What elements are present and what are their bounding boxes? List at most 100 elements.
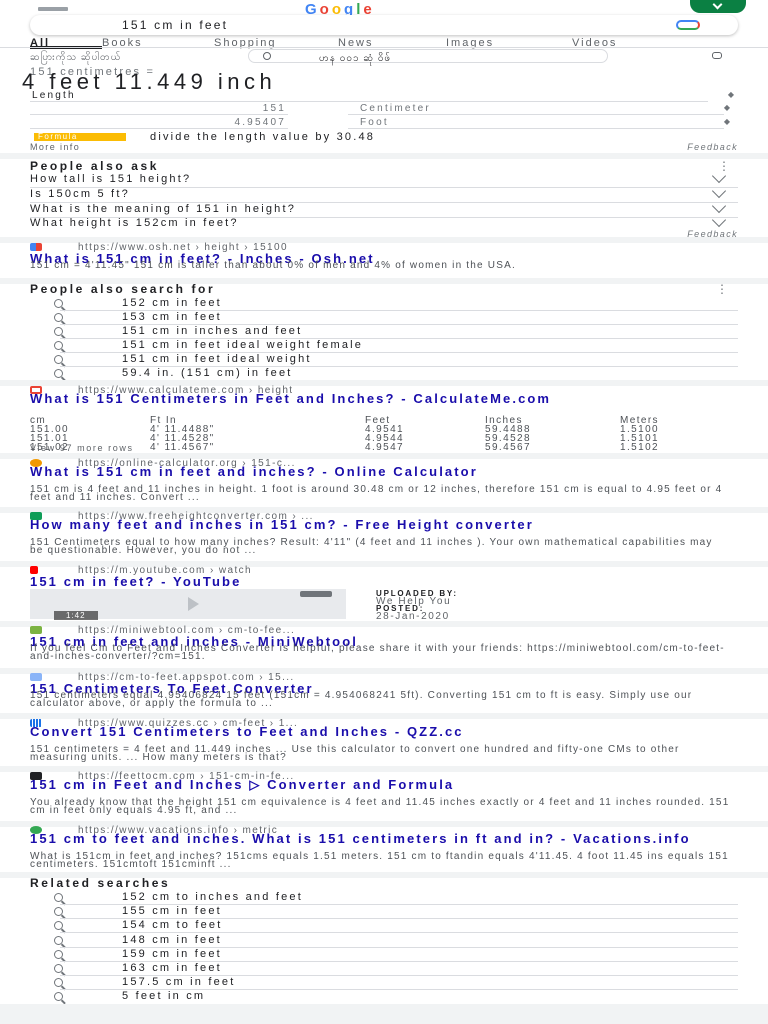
header: Google 151 cm in feet All Books Shopping… <box>0 0 768 52</box>
related-item[interactable]: 159 cm in feet <box>54 947 222 961</box>
related-item[interactable]: 5 feet in cm <box>54 989 205 1003</box>
pasf-item-label: 153 cm in feet <box>122 311 222 323</box>
pasf-item-label: 151 cm in feet ideal weight <box>122 353 312 365</box>
result-snippet: 151 Centimeters equal to how many inches… <box>30 537 713 556</box>
subsearch-chip[interactable]: ဟန ဝဝ၁ ဆုံ ဝိဖ် <box>248 49 608 64</box>
unit-type-select[interactable]: Length ◆ <box>30 90 734 102</box>
more-info-link[interactable]: More info <box>30 142 80 152</box>
unit-type-label: Length <box>32 90 76 101</box>
search-icon <box>54 892 63 902</box>
input-unit: Centimeter <box>360 103 431 114</box>
pasf-item[interactable]: 59.4 in. (151 cm) in feet <box>54 366 293 380</box>
search-icon <box>54 949 63 959</box>
menu-icon[interactable] <box>38 7 68 11</box>
pasf-item[interactable]: 151 cm in feet ideal weight female <box>54 338 363 352</box>
related-item-label: 163 cm in feet <box>122 962 222 974</box>
related-item[interactable]: 163 cm in feet <box>54 961 222 975</box>
related-item-label: 148 cm in feet <box>122 934 222 946</box>
paa-question[interactable]: Is 150cm 5 ft? <box>0 183 768 202</box>
input-value-field[interactable]: 151 <box>30 103 288 115</box>
google-lens-icon[interactable] <box>676 20 700 30</box>
input-value: 151 <box>262 103 286 114</box>
related-item[interactable]: 155 cm in feet <box>54 904 222 918</box>
result-title[interactable]: 151 cm to feet and inches. What is 151 c… <box>30 832 738 845</box>
paa-title: People also ask <box>30 159 160 173</box>
subsearch-strip: ဆပြားကိုသ ဆိုပါတယ် ဟန ဝဝ၁ ဆုံ ဝိဖ် <box>0 47 768 65</box>
play-icon <box>188 597 199 611</box>
search-query[interactable]: 151 cm in feet <box>122 18 228 32</box>
favicon <box>30 626 42 634</box>
result-title[interactable]: What is 151 cm in feet and inches? - Onl… <box>30 465 738 478</box>
pasf-menu-icon[interactable]: ⋮ <box>716 283 728 295</box>
pasf-item[interactable]: 151 cm in feet ideal weight <box>54 352 312 366</box>
paa-question-text: What is the meaning of 151 in height? <box>30 203 297 215</box>
search-result: https://www.calculateme.com › height Wha… <box>0 385 768 453</box>
pasf-item-label: 151 cm in inches and feet <box>122 325 303 337</box>
pasf-item-label: 152 cm in feet <box>122 297 222 309</box>
related-item-label: 159 cm in feet <box>122 948 222 960</box>
result-snippet: 151 centimeters equal 4.95406824 15 feet… <box>30 690 693 709</box>
input-unit-select[interactable]: Centimeter ◆ <box>348 103 730 115</box>
converter-feedback[interactable]: Feedback <box>687 142 738 152</box>
search-icon <box>54 991 63 1001</box>
search-result: https://feettocm.com › 151-cm-in-fe... 1… <box>0 771 768 821</box>
search-result: https://cm-to-feet.appspot.com › 15... 1… <box>0 672 768 714</box>
result-snippet: 151 cm = 4'11.45" 151 cm is taller than … <box>30 260 516 271</box>
search-icon <box>54 906 63 916</box>
related-item-label: 155 cm in feet <box>122 905 222 917</box>
paa-question-text: How tall is 151 height? <box>30 173 192 185</box>
search-icon <box>54 340 63 350</box>
paa-question[interactable]: How tall is 151 height? <box>0 168 768 187</box>
output-value: 4.95407 <box>234 117 286 128</box>
related-title: Related searches <box>30 876 171 890</box>
related-item[interactable]: 154 cm to feet <box>54 918 223 932</box>
related-item-label: 152 cm to inches and feet <box>122 891 303 903</box>
settings-icon[interactable] <box>712 52 722 59</box>
search-icon <box>54 326 63 336</box>
pasf-item[interactable]: 151 cm in inches and feet <box>54 324 302 338</box>
search-box[interactable]: 151 cm in feet <box>30 15 738 35</box>
formula-text: divide the length value by 30.48 <box>150 131 376 143</box>
unit-converter: 151 centimetres = 4 feet 11.449 inch Len… <box>22 66 738 154</box>
result-title[interactable]: 151 cm in feet? - YouTube <box>30 574 241 589</box>
pasf-item[interactable]: 153 cm in feet <box>54 310 222 324</box>
people-also-ask: People also ask ⋮ How tall is 151 height… <box>0 159 768 239</box>
related-item[interactable]: 148 cm in feet <box>54 933 222 947</box>
search-result: https://online-calculator.org › 151-c...… <box>0 458 768 508</box>
search-icon <box>54 298 63 308</box>
chevron-down-icon <box>712 0 723 10</box>
favicon <box>30 566 38 574</box>
table-cell: 4.9547 <box>365 442 404 453</box>
result-title[interactable]: 151 cm in Feet and Inches ▷ Converter an… <box>30 778 738 791</box>
table-cell: 1.5102 <box>620 442 659 453</box>
pasf-item[interactable]: 152 cm in feet <box>54 296 222 310</box>
favicon <box>30 673 42 681</box>
search-icon <box>54 963 63 973</box>
result-title[interactable]: What is 151 Centimeters in Feet and Inch… <box>30 392 738 405</box>
related-searches: Related searches 152 cm to inches and fe… <box>0 876 768 1004</box>
search-result: https://www.freeheightconverter.com › ..… <box>0 511 768 561</box>
result-title[interactable]: Convert 151 Centimeters to Feet and Inch… <box>30 725 738 738</box>
paa-question-text: What height is 152cm in feet? <box>30 217 239 229</box>
search-icon <box>54 977 63 987</box>
unit-type-dropdown-icon: ◆ <box>727 90 734 99</box>
search-icon <box>54 368 63 378</box>
search-icon <box>263 52 271 60</box>
result-snippet: 151 cm is 4 feet and 11 inches in height… <box>30 484 723 503</box>
paa-question-text: Is 150cm 5 ft? <box>30 188 130 200</box>
related-item[interactable]: 157.5 cm in feet <box>54 975 235 989</box>
favicon <box>30 243 42 251</box>
pasf-item-label: 59.4 in. (151 cm) in feet <box>122 367 293 379</box>
related-item[interactable]: 152 cm to inches and feet <box>54 890 303 904</box>
paa-question[interactable]: What height is 152cm in feet? <box>0 212 768 231</box>
pasf-item-label: 151 cm in feet ideal weight female <box>122 339 364 351</box>
result-title[interactable]: How many feet and inches in 151 cm? - Fr… <box>30 518 738 531</box>
paa-question[interactable]: What is the meaning of 151 in height? <box>0 198 768 217</box>
more-rows-link[interactable]: View 97 more rows <box>30 443 134 453</box>
more-icon[interactable] <box>300 591 332 597</box>
subsearch-left[interactable]: ဆပြားကိုသ ဆိုပါတယ် <box>30 50 121 65</box>
output-unit-select[interactable]: Foot ◆ <box>348 117 730 129</box>
avatar[interactable] <box>690 0 746 13</box>
output-value-field[interactable]: 4.95407 <box>30 117 288 129</box>
video-thumbnail[interactable]: 1:42 <box>30 589 346 620</box>
